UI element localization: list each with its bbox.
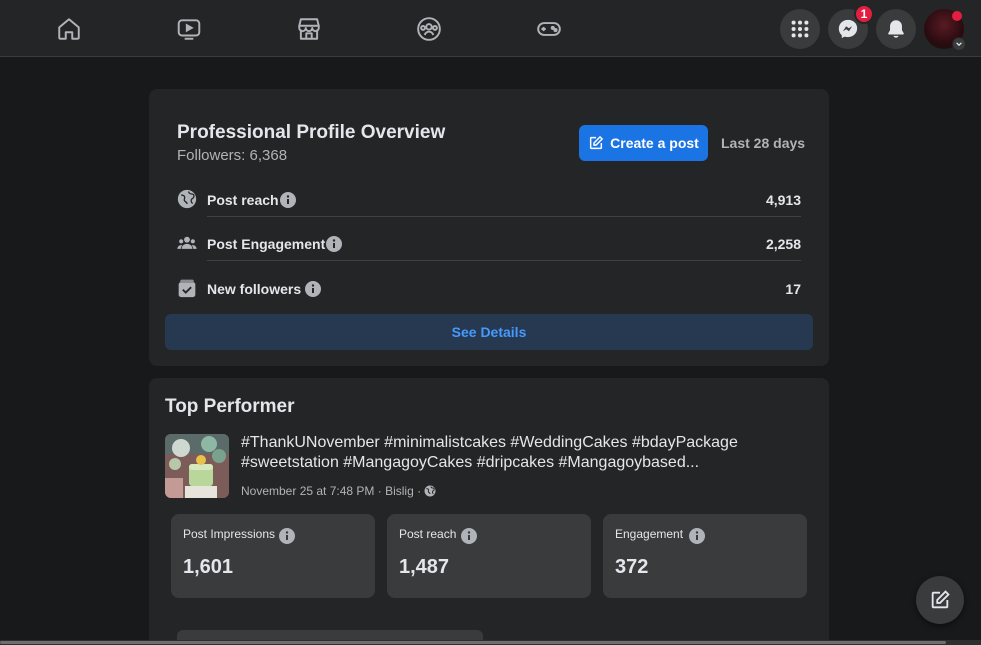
stat-label: Post reach bbox=[399, 527, 457, 541]
post-meta-text: November 25 at 7:48 PM · Bislig · bbox=[241, 484, 422, 498]
overview-title: Professional Profile Overview bbox=[177, 122, 446, 143]
metric-value: 17 bbox=[785, 281, 801, 297]
top-performer-title: Top Performer bbox=[165, 396, 295, 417]
stat-post-reach: Post reach 1,487 bbox=[387, 514, 591, 598]
new-followers-icon bbox=[178, 279, 196, 298]
info-icon[interactable] bbox=[689, 528, 705, 544]
divider bbox=[207, 260, 801, 261]
info-icon[interactable] bbox=[280, 192, 296, 208]
avatar-status-dot bbox=[952, 11, 962, 21]
info-icon[interactable] bbox=[326, 236, 342, 252]
post-caption[interactable]: #ThankUNovember #minimalistcakes #Weddin… bbox=[241, 433, 781, 473]
top-performer-card: Top Performer #ThankUNovember #minimalis… bbox=[149, 378, 829, 645]
metric-label: Post reach bbox=[207, 192, 279, 208]
home-icon[interactable] bbox=[54, 14, 84, 44]
top-nav-bar: 1 bbox=[0, 0, 981, 57]
metric-new-followers: New followers 17 bbox=[177, 273, 801, 317]
gaming-icon[interactable] bbox=[534, 14, 564, 44]
post-thumbnail[interactable] bbox=[165, 434, 229, 498]
stat-label: Engagement bbox=[615, 527, 684, 541]
metric-post-reach: Post reach 4,913 bbox=[177, 184, 801, 228]
post-caption-line: #sweetstation #MangagoyCakes #dripcakes … bbox=[241, 454, 700, 471]
grid-menu-icon[interactable] bbox=[780, 9, 820, 49]
people-icon bbox=[177, 236, 197, 249]
watch-icon[interactable] bbox=[174, 14, 204, 44]
messenger-icon bbox=[838, 19, 858, 39]
stat-label: Post Impressions bbox=[183, 527, 276, 541]
profile-overview-card: Professional Profile Overview Followers:… bbox=[149, 89, 829, 366]
create-post-button[interactable]: Create a post bbox=[579, 125, 708, 161]
stat-value: 372 bbox=[615, 556, 649, 578]
see-details-button[interactable]: See Details bbox=[165, 314, 813, 350]
post-caption-line: #ThankUNovember #minimalistcakes #Weddin… bbox=[241, 434, 738, 451]
avatar[interactable] bbox=[924, 9, 966, 51]
edit-icon bbox=[590, 135, 604, 150]
stat-engagement: Engagement 372 bbox=[603, 514, 807, 598]
info-icon[interactable] bbox=[461, 528, 477, 544]
stat-post-impressions: Post Impressions 1,601 bbox=[171, 514, 375, 598]
new-message-button[interactable] bbox=[916, 576, 964, 624]
metric-post-engagement: Post Engagement 2,258 bbox=[177, 228, 801, 272]
globe-icon bbox=[424, 485, 436, 497]
info-icon[interactable] bbox=[279, 528, 295, 544]
scrollbar-thumb[interactable] bbox=[0, 641, 946, 644]
groups-icon[interactable] bbox=[414, 14, 444, 44]
metric-label: Post Engagement bbox=[207, 236, 326, 252]
divider bbox=[207, 216, 801, 217]
stat-value: 1,487 bbox=[399, 556, 450, 578]
metric-label: New followers bbox=[207, 281, 302, 297]
metric-value: 4,913 bbox=[765, 192, 801, 208]
bell-icon bbox=[888, 20, 904, 38]
chevron-down-icon[interactable] bbox=[952, 37, 966, 51]
followers-count: Followers: 6,368 bbox=[177, 147, 288, 164]
post-meta: November 25 at 7:48 PM · Bislig · bbox=[241, 484, 436, 498]
create-post-label: Create a post bbox=[610, 135, 699, 151]
date-range-selector[interactable]: Last 28 days bbox=[721, 135, 805, 151]
info-icon[interactable] bbox=[305, 281, 321, 297]
messenger-badge: 1 bbox=[854, 4, 874, 24]
marketplace-icon[interactable] bbox=[294, 14, 324, 44]
notifications-button[interactable] bbox=[876, 9, 916, 49]
globe-icon bbox=[177, 189, 197, 209]
compose-icon bbox=[931, 590, 950, 609]
metric-value: 2,258 bbox=[765, 236, 801, 252]
messenger-button[interactable]: 1 bbox=[828, 4, 874, 49]
horizontal-scrollbar[interactable] bbox=[0, 640, 981, 645]
stat-value: 1,601 bbox=[183, 556, 234, 578]
